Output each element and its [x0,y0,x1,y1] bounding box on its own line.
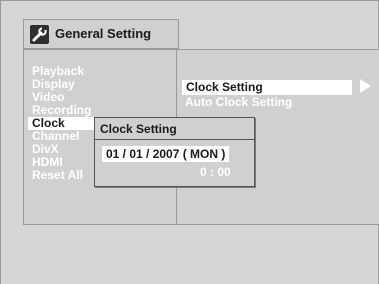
menu-item-reset-all[interactable]: Reset All [32,169,92,182]
clock-setting-dialog: Clock Setting 01 / 01 / 2007 ( MON ) 0 :… [94,117,255,187]
title-bar: General Setting [23,19,179,49]
submenu-item-clock-setting[interactable]: Clock Setting [182,80,352,95]
time-field[interactable]: 0 : 00 [200,165,231,179]
dialog-header: Clock Setting [95,118,254,140]
wrench-icon [30,25,49,44]
osd-screen: General Setting Playback Display Video R… [0,0,379,284]
page-title: General Setting [55,26,152,41]
date-field[interactable]: 01 / 01 / 2007 ( MON ) [102,146,230,162]
dialog-title: Clock Setting [100,122,177,136]
submenu-item-auto-clock-setting[interactable]: Auto Clock Setting [185,95,292,110]
right-arrow-icon [360,79,371,93]
